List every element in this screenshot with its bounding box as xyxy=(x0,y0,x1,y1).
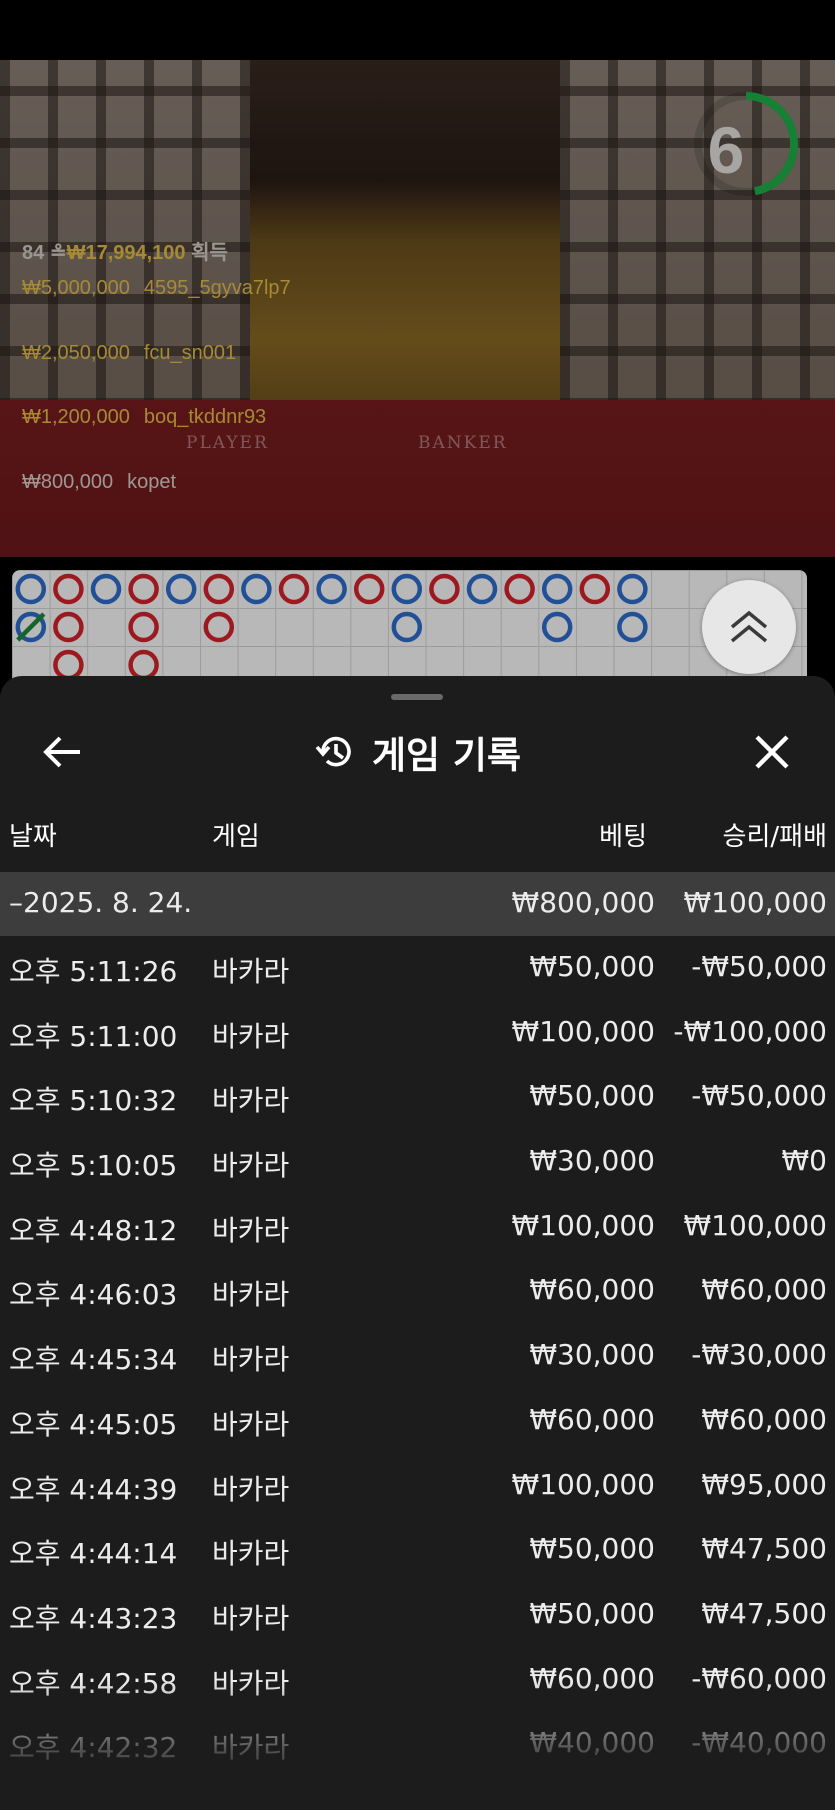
row-bet: ₩60,000 xyxy=(529,1661,655,1695)
arrow-left-icon xyxy=(43,736,80,768)
row-result: -₩50,000 xyxy=(691,950,827,983)
expand-roadmap-button[interactable] xyxy=(702,580,796,674)
row-time: 오후 5:10:32 xyxy=(9,1084,178,1118)
row-result: -₩50,000 xyxy=(691,1079,827,1113)
back-button[interactable] xyxy=(38,730,86,774)
row-result: ₩47,500 xyxy=(701,1596,827,1630)
history-row[interactable]: 오후 4:46:03 바카라 ₩60,000 ₩60,000 xyxy=(0,1259,835,1324)
row-game: 바카라 xyxy=(212,1084,290,1118)
history-icon xyxy=(315,736,351,767)
title-group: 게임 기록 xyxy=(0,716,835,788)
row-game: 바카라 xyxy=(212,1537,290,1571)
row-result: -₩100,000 xyxy=(673,1014,827,1048)
row-game: 바카라 xyxy=(212,1213,290,1247)
column-header-bet: 베팅 xyxy=(599,822,647,852)
date-group-row[interactable]: –2025. 8. 24. ₩800,000 ₩100,000 xyxy=(0,872,835,936)
history-rows: 오후 5:11:26 바카라 ₩50,000 -₩50,000 오후 5:11:00 바카… xyxy=(0,936,835,1777)
row-result: -₩30,000 xyxy=(691,1338,827,1372)
row-game: 바카라 xyxy=(212,955,290,988)
history-row[interactable]: 오후 4:45:05 바카라 ₩60,000 ₩60,000 xyxy=(0,1389,835,1454)
row-time: 오후 4:46:03 xyxy=(9,1278,178,1312)
column-header-game: 게임 xyxy=(212,822,260,852)
row-game: 바카라 xyxy=(212,1472,290,1506)
row-bet: ₩50,000 xyxy=(529,1532,655,1566)
row-game: 바카라 xyxy=(212,1407,290,1441)
history-row[interactable]: 오후 5:10:32 바카라 ₩50,000 -₩50,000 xyxy=(0,1065,835,1130)
row-bet: ₩50,000 xyxy=(529,1596,655,1630)
row-time: 오후 5:11:00 xyxy=(9,1019,178,1053)
screen: PLAYER BANKER 6 84 ≗₩17,994,100 획득 ₩5,00… xyxy=(0,0,835,1810)
row-result: ₩47,500 xyxy=(701,1532,827,1566)
sheet-header: 게임 기록 xyxy=(0,716,835,788)
game-history-sheet: 게임 기록 날짜 게임 베팅 승리/패배 –2025. 8. 24. ₩800,… xyxy=(0,676,835,1810)
sheet-title: 게임 기록 xyxy=(371,734,522,777)
row-bet: ₩100,000 xyxy=(511,1014,655,1048)
double-chevron-up-icon xyxy=(730,610,768,643)
column-header-result: 승리/패배 xyxy=(722,822,827,852)
row-result: ₩60,000 xyxy=(701,1402,827,1436)
row-time: 오후 4:45:05 xyxy=(9,1407,178,1441)
row-result: -₩60,000 xyxy=(691,1661,827,1695)
row-bet: ₩30,000 xyxy=(529,1144,655,1178)
row-game: 바카라 xyxy=(212,1019,290,1053)
group-result-total: ₩100,000 xyxy=(683,886,827,919)
history-row[interactable]: 오후 4:42:32 바카라 ₩40,000 -₩40,000 xyxy=(0,1712,835,1777)
row-bet: ₩60,000 xyxy=(529,1273,655,1307)
row-result: ₩95,000 xyxy=(701,1467,827,1501)
row-bet: ₩60,000 xyxy=(529,1402,655,1436)
row-game: 바카라 xyxy=(212,1731,290,1765)
column-header-date: 날짜 xyxy=(9,822,57,852)
row-game: 바카라 xyxy=(212,1278,290,1312)
row-game: 바카라 xyxy=(212,1601,290,1635)
history-row[interactable]: 오후 4:43:23 바카라 ₩50,000 ₩47,500 xyxy=(0,1583,835,1648)
row-time: 오후 4:42:32 xyxy=(9,1731,178,1765)
row-bet: ₩100,000 xyxy=(511,1467,655,1501)
row-bet: ₩50,000 xyxy=(529,950,655,983)
group-date: –2025. 8. 24. xyxy=(9,886,193,919)
row-time: 오후 5:10:05 xyxy=(9,1149,178,1183)
history-row[interactable]: 오후 4:44:14 바카라 ₩50,000 ₩47,500 xyxy=(0,1518,835,1583)
group-bet-total: ₩800,000 xyxy=(511,886,655,919)
row-result: -₩40,000 xyxy=(691,1726,827,1760)
row-bet: ₩30,000 xyxy=(529,1338,655,1372)
row-result: ₩0 xyxy=(781,1144,828,1178)
row-time: 오후 4:42:58 xyxy=(9,1666,178,1700)
history-row[interactable]: 오후 4:44:39 바카라 ₩100,000 ₩95,000 xyxy=(0,1454,835,1519)
sheet-grabber[interactable] xyxy=(391,694,443,700)
history-row[interactable]: 오후 4:42:58 바카라 ₩60,000 -₩60,000 xyxy=(0,1648,835,1713)
row-result: ₩60,000 xyxy=(701,1273,827,1307)
row-bet: ₩100,000 xyxy=(511,1208,655,1242)
history-row[interactable]: 오후 4:48:12 바카라 ₩100,000 ₩100,000 xyxy=(0,1195,835,1260)
row-time: 오후 4:44:14 xyxy=(9,1537,178,1571)
row-bet: ₩40,000 xyxy=(529,1726,655,1760)
close-icon xyxy=(755,735,789,769)
row-bet: ₩50,000 xyxy=(529,1079,655,1113)
row-time: 오후 4:48:12 xyxy=(9,1213,178,1247)
row-game: 바카라 xyxy=(212,1666,290,1700)
row-time: 오후 4:45:34 xyxy=(9,1343,178,1377)
row-game: 바카라 xyxy=(212,1149,290,1183)
history-row[interactable]: 오후 4:45:34 바카라 ₩30,000 -₩30,000 xyxy=(0,1324,835,1389)
history-row[interactable]: 오후 5:10:05 바카라 ₩30,000 ₩0 xyxy=(0,1130,835,1195)
history-row[interactable]: 오후 5:11:00 바카라 ₩100,000 -₩100,000 xyxy=(0,1001,835,1066)
close-button[interactable] xyxy=(748,728,796,776)
row-time: 오후 4:43:23 xyxy=(9,1601,178,1635)
row-time: 오후 5:11:26 xyxy=(9,955,178,988)
history-row[interactable]: 오후 5:11:26 바카라 ₩50,000 -₩50,000 xyxy=(0,936,835,1001)
row-time: 오후 4:44:39 xyxy=(9,1472,178,1506)
row-result: ₩100,000 xyxy=(683,1208,827,1242)
row-game: 바카라 xyxy=(212,1343,290,1377)
